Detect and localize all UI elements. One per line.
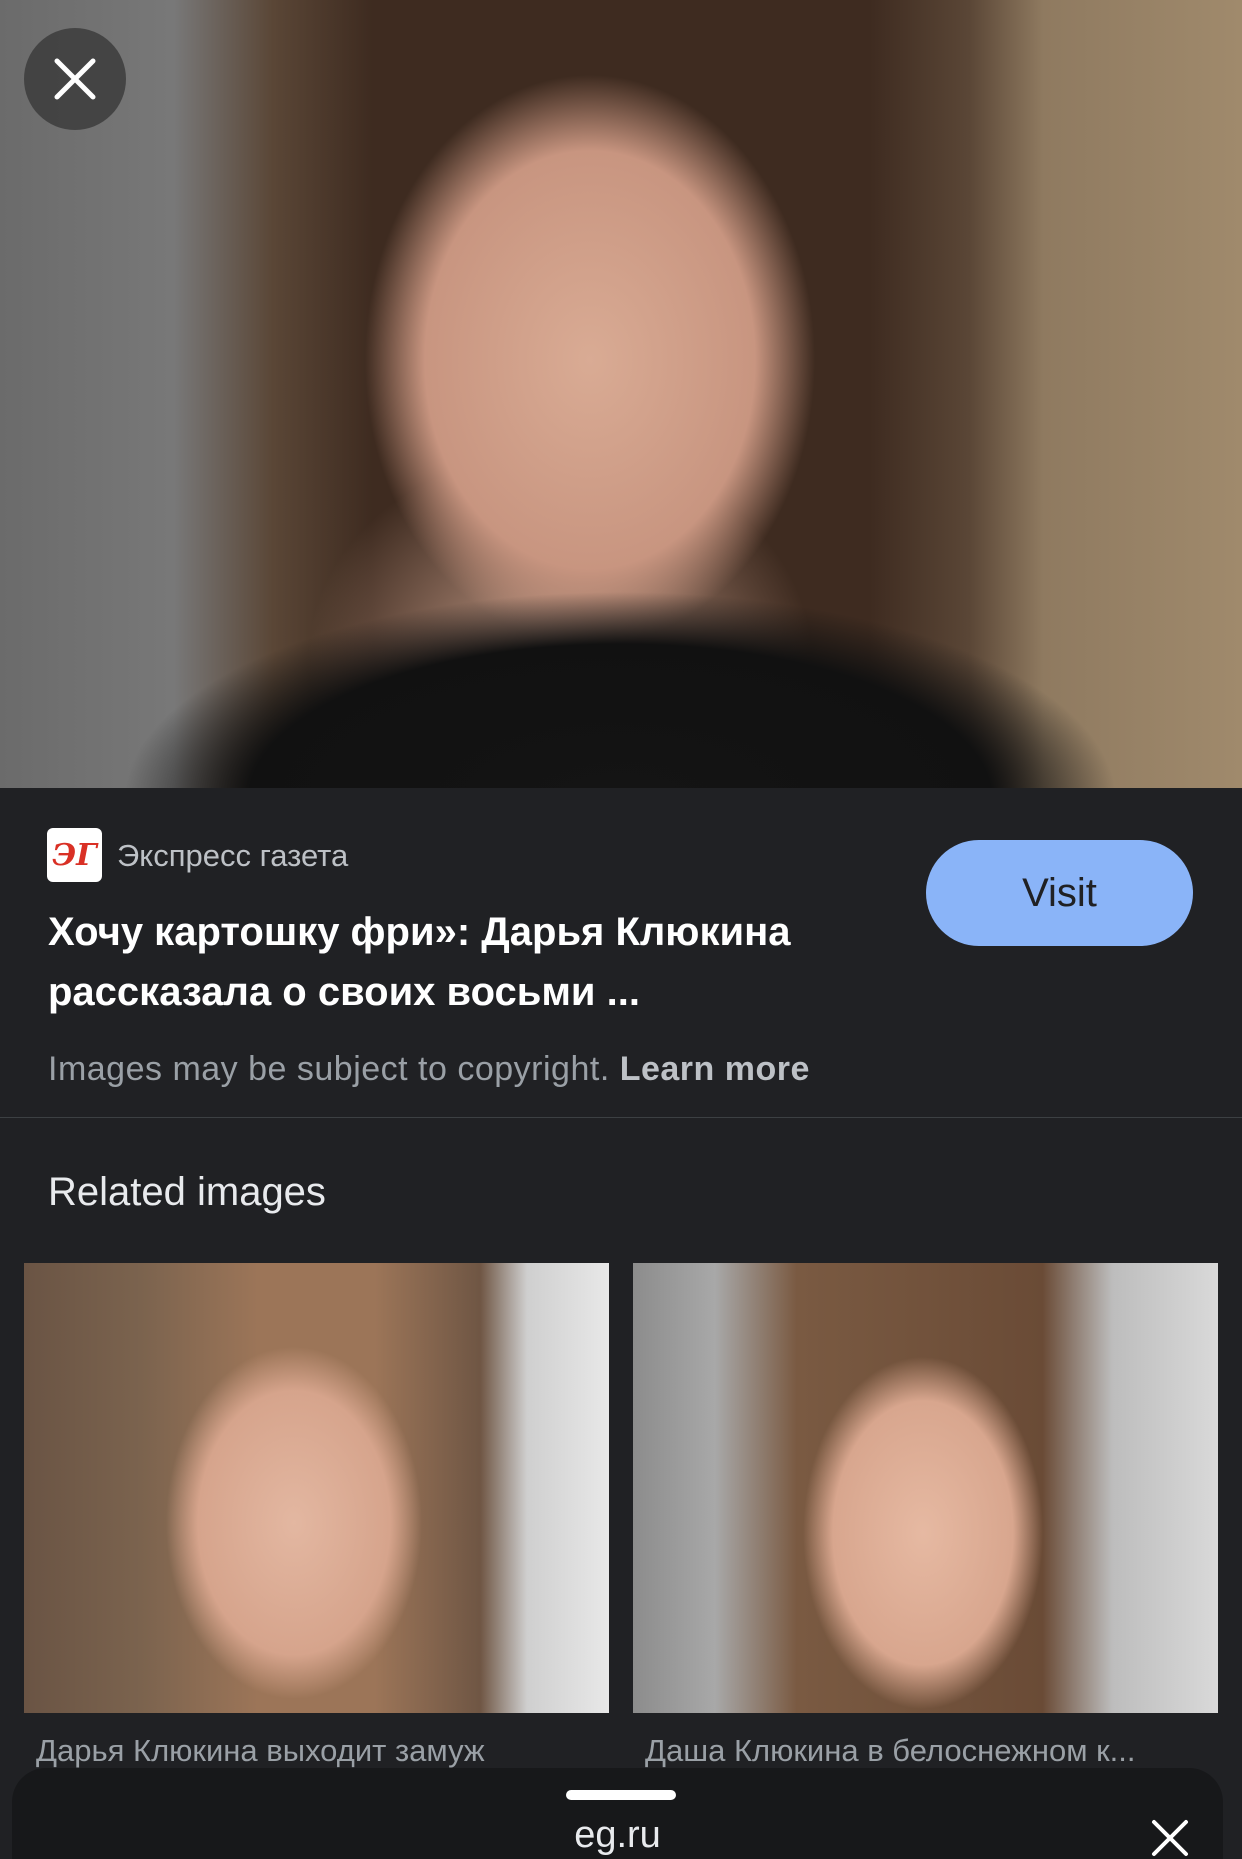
close-icon xyxy=(54,58,96,100)
related-image-1[interactable] xyxy=(24,1263,609,1713)
visit-button[interactable]: Visit xyxy=(926,840,1193,946)
bottom-sheet[interactable]: eg.ru xyxy=(12,1768,1223,1859)
related-image-2[interactable] xyxy=(633,1263,1218,1713)
sheet-close-button[interactable] xyxy=(1148,1816,1192,1859)
result-title[interactable]: Хочу картошку фри»: Дарья Клюкина расска… xyxy=(48,902,888,1022)
source-logo: ЭГ xyxy=(47,828,102,882)
related-images-heading: Related images xyxy=(48,1170,326,1214)
source-name[interactable]: Экспресс газета xyxy=(117,838,348,874)
copyright-text: Images may be subject to copyright. xyxy=(48,1050,610,1088)
copyright-notice: Images may be subject to copyright. Lear… xyxy=(48,1050,810,1089)
related-image-2-caption[interactable]: Даша Клюкина в белоснежном к... xyxy=(645,1733,1205,1769)
learn-more-link[interactable]: Learn more xyxy=(620,1050,810,1088)
drag-handle[interactable] xyxy=(566,1790,676,1800)
close-viewer-button[interactable] xyxy=(24,28,126,130)
related-image-1-caption[interactable]: Дарья Клюкина выходит замуж xyxy=(36,1733,596,1769)
hero-image[interactable] xyxy=(0,0,1242,788)
hero-image-dark-region xyxy=(40,560,1200,788)
close-icon xyxy=(1152,1820,1188,1856)
source-info-panel: ЭГ Экспресс газета Хочу картошку фри»: Д… xyxy=(0,790,1242,1118)
sheet-domain: eg.ru xyxy=(574,1814,661,1856)
